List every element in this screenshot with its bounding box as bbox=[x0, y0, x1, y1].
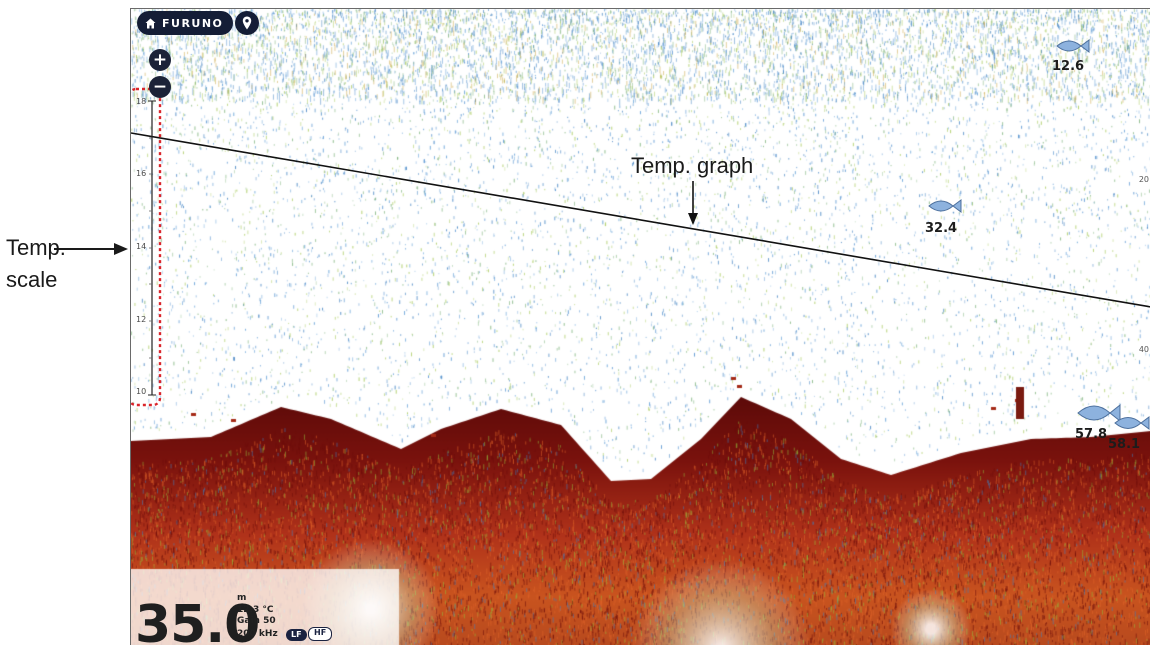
depth-readout-panel: 35.0 m 12.3 °C Gain 50 200 kHz LF HF bbox=[131, 583, 351, 645]
temp-scale-label: 14 bbox=[136, 242, 147, 251]
water-temp-value: 12.3 °C bbox=[237, 605, 274, 615]
home-icon bbox=[145, 18, 156, 28]
temp-scale-label: 10 bbox=[136, 387, 147, 396]
frequency-value: 200 kHz bbox=[237, 629, 278, 639]
zoom-in-button[interactable]: + bbox=[149, 49, 171, 71]
location-button[interactable] bbox=[235, 11, 259, 35]
location-pin-icon bbox=[242, 16, 252, 30]
fish-icon bbox=[1056, 39, 1090, 53]
zoom-out-button[interactable]: − bbox=[149, 76, 171, 98]
fish-depth-label: 32.4 bbox=[925, 221, 958, 236]
fish-icon bbox=[928, 199, 962, 213]
depth-unit: m bbox=[237, 593, 247, 603]
fish-depth-label: 58.1 bbox=[1108, 437, 1141, 452]
temp-scale-label: 16 bbox=[136, 169, 147, 178]
home-button[interactable]: FURUNO bbox=[137, 11, 234, 35]
depth-scale-label: 20 bbox=[1138, 175, 1149, 184]
temp-graph-callout: Temp. graph bbox=[631, 153, 754, 178]
brand-label: FURUNO bbox=[162, 16, 224, 30]
hf-toggle[interactable]: HF bbox=[308, 627, 333, 641]
overlay-layer bbox=[131, 39, 1150, 430]
gain-value: Gain 50 bbox=[237, 616, 276, 626]
temp-scale-label: 18 bbox=[136, 97, 147, 106]
temp-scale-callout: Temp. scale bbox=[6, 232, 128, 296]
fish-icon bbox=[1077, 403, 1121, 423]
temp-scale-callout-line2: scale bbox=[6, 267, 58, 292]
callout-arrow-icon bbox=[54, 243, 128, 255]
temp-scale-label: 12 bbox=[136, 315, 147, 324]
lf-toggle[interactable]: LF bbox=[286, 629, 307, 641]
fish-depth-label: 12.6 bbox=[1052, 59, 1085, 74]
fish-depth-label: 57.8 bbox=[1075, 427, 1108, 442]
depth-scale-label: 40 bbox=[1138, 345, 1149, 354]
temp-graph-arrow-icon bbox=[688, 181, 698, 225]
echogram-screen[interactable]: FURUNO + − 18 16 14 12 10 20 40 Temp. gr… bbox=[130, 8, 1150, 645]
